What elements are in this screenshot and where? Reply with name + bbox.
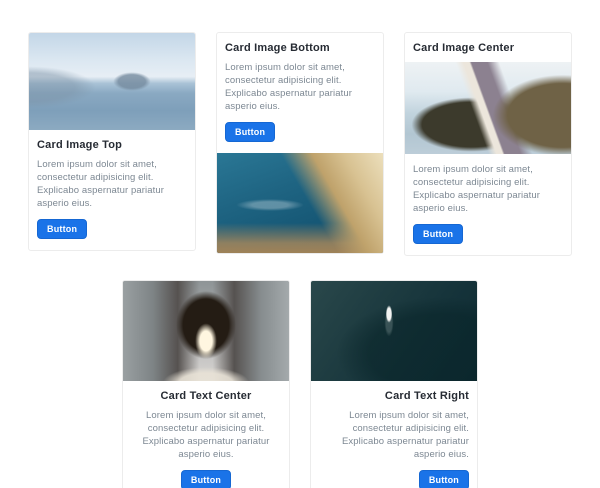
card-image-bottom: Card Image Bottom Lorem ipsum dolor sit … <box>216 32 384 254</box>
card-row-top: Card Image Top Lorem ipsum dolor sit ame… <box>0 0 600 256</box>
card-text-right: Card Text Right Lorem ipsum dolor sit am… <box>310 280 478 488</box>
card-row-bottom: Card Text Center Lorem ipsum dolor sit a… <box>0 280 600 488</box>
card-title: Card Image Center <box>413 42 563 55</box>
card-body: Card Image Bottom Lorem ipsum dolor sit … <box>217 33 383 153</box>
card-text: Lorem ipsum dolor sit amet, consectetur … <box>319 409 469 461</box>
card-text-center: Card Text Center Lorem ipsum dolor sit a… <box>122 280 290 488</box>
card-body: Lorem ipsum dolor sit amet, consectetur … <box>405 154 571 255</box>
card-button[interactable]: Button <box>225 122 275 142</box>
tunnel-photo <box>123 281 289 381</box>
card-body: Card Text Center Lorem ipsum dolor sit a… <box>123 381 289 488</box>
card-button[interactable]: Button <box>419 470 469 488</box>
ocean-cliff-photo <box>217 153 383 253</box>
card-body: Card Image Top Lorem ipsum dolor sit ame… <box>29 130 195 250</box>
card-header: Card Image Center <box>405 33 571 62</box>
card-text: Lorem ipsum dolor sit amet, consectetur … <box>37 158 187 210</box>
card-button[interactable]: Button <box>413 224 463 244</box>
card-title: Card Image Top <box>37 139 187 152</box>
card-image-center: Card Image Center Lorem ipsum dolor sit … <box>404 32 572 256</box>
card-title: Card Text Center <box>131 390 281 403</box>
card-button[interactable]: Button <box>181 470 231 488</box>
coastal-road-photo <box>405 62 571 154</box>
card-text: Lorem ipsum dolor sit amet, consectetur … <box>225 61 375 113</box>
card-title: Card Text Right <box>319 390 469 403</box>
card-showcase-page: Card Image Top Lorem ipsum dolor sit ame… <box>0 0 600 488</box>
card-body: Card Text Right Lorem ipsum dolor sit am… <box>311 381 477 488</box>
card-button[interactable]: Button <box>37 219 87 239</box>
sea-mist-photo <box>29 33 195 130</box>
aerial-boat-photo <box>311 281 477 381</box>
card-image-top: Card Image Top Lorem ipsum dolor sit ame… <box>28 32 196 251</box>
card-text: Lorem ipsum dolor sit amet, consectetur … <box>413 163 563 215</box>
card-text: Lorem ipsum dolor sit amet, consectetur … <box>131 409 281 461</box>
card-title: Card Image Bottom <box>225 42 375 55</box>
